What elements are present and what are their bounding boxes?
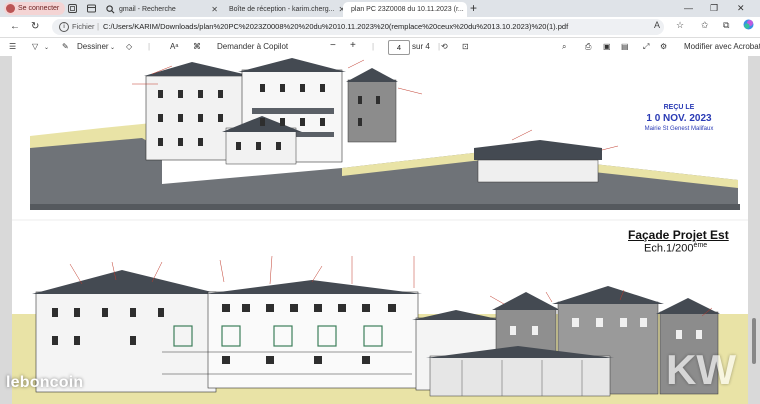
rotate-icon[interactable]: ⟲: [441, 42, 448, 51]
acrobat-button[interactable]: Modifier avec Acrobat: [684, 42, 760, 51]
search-icon: [106, 5, 115, 14]
page-number-input[interactable]: 4: [388, 40, 410, 55]
draw-icon[interactable]: ✎: [62, 42, 69, 51]
favorites-icon[interactable]: ✩: [701, 20, 709, 31]
address-separator: |: [97, 22, 100, 31]
settings-icon[interactable]: ⚙: [660, 42, 667, 51]
close-window-icon[interactable]: ✕: [737, 3, 745, 14]
page-total: sur 4: [412, 42, 430, 51]
minus-icon[interactable]: −: [330, 40, 336, 51]
tab-label: plan PC 23Z0008 du 10.11.2023 (r...: [351, 6, 464, 13]
fit-icon[interactable]: ⊡: [462, 42, 469, 51]
scrollbar-thumb[interactable]: [752, 318, 756, 364]
tab-gmail-search[interactable]: gmail - Recherche ✕: [106, 2, 222, 17]
divider: |: [438, 42, 441, 51]
find-icon[interactable]: ⌕: [562, 42, 566, 52]
back-icon[interactable]: ←: [10, 21, 20, 32]
stamp-line3: Mairie St Genest Malifaux: [644, 126, 714, 132]
url-text[interactable]: C:/Users/KARIM/Downloads/plan%20PC%2023Z…: [103, 22, 568, 31]
tab-pdf[interactable]: plan PC 23Z0008 du 10.11.2023 (r... ✕: [343, 2, 467, 17]
save-as-icon[interactable]: ▤: [621, 42, 629, 51]
minimize-icon[interactable]: —: [684, 3, 693, 13]
refresh-icon[interactable]: ↻: [31, 21, 39, 32]
favorite-icon[interactable]: ☆: [676, 20, 684, 31]
copilot-label[interactable]: Demander à Copilot: [217, 42, 288, 51]
upper-elevation: [30, 58, 740, 210]
address-bar-row: ← ↻ i Fichier | C:/Users/KARIM/Downloads…: [0, 17, 760, 38]
chevron-down-icon[interactable]: ⌄: [44, 44, 49, 51]
extensions-icon[interactable]: ⧉: [723, 20, 729, 31]
tab-gmail-inbox[interactable]: Boîte de réception - karim.cherg... ✕: [225, 2, 343, 17]
address-prefix: Fichier: [72, 22, 95, 31]
copilot-chat-icon[interactable]: ⌘: [193, 42, 201, 51]
tab-actions-icon[interactable]: [86, 3, 97, 14]
contents-icon[interactable]: ☰: [9, 42, 16, 51]
fullscreen-icon[interactable]: ⤢: [643, 42, 649, 52]
tab-strip: Se connecter gmail - Recherche ✕ Boîte d…: [0, 0, 760, 17]
lower-elevation: [12, 255, 748, 404]
facade-title: Façade Projet Est: [628, 228, 729, 242]
info-icon[interactable]: i: [59, 22, 69, 32]
received-stamp: REÇU LE 1 0 NOV. 2023 Mairie St Genest M…: [624, 104, 734, 132]
address-bar[interactable]: i Fichier | C:/Users/KARIM/Downloads/pla…: [52, 19, 664, 35]
divider: |: [372, 42, 375, 51]
divider: |: [148, 42, 151, 51]
scale-suffix: ème: [693, 242, 708, 249]
close-icon[interactable]: ✕: [211, 2, 222, 17]
filter-icon[interactable]: ▽: [32, 42, 38, 51]
draw-label[interactable]: Dessiner: [77, 42, 109, 51]
avatar-icon: [6, 4, 15, 13]
pdf-page: REÇU LE 1 0 NOV. 2023 Mairie St Genest M…: [12, 56, 748, 404]
sign-in-label: Se connecter: [18, 5, 60, 12]
eraser-icon[interactable]: ◇: [126, 42, 132, 51]
maximize-icon[interactable]: ❐: [710, 3, 718, 14]
pdf-viewer[interactable]: REÇU LE 1 0 NOV. 2023 Mairie St Genest M…: [0, 56, 760, 404]
sign-in-button[interactable]: Se connecter: [4, 2, 66, 15]
scale-caption: Ech.1/200ème: [644, 242, 707, 255]
plus-icon[interactable]: +: [350, 40, 356, 51]
text-icon[interactable]: Aᵃ: [170, 42, 178, 51]
pdf-toolbar: ☰ ▽ ⌄ ✎ Dessiner ⌄ ◇ | Aᵃ ⌘ Demander à C…: [0, 38, 760, 57]
stamp-line1: REÇU LE: [663, 104, 695, 111]
save-icon[interactable]: ▣: [603, 42, 611, 51]
stamp-date: 1 0 NOV. 2023: [646, 113, 712, 124]
tab-label: Boîte de réception - karim.cherg...: [229, 6, 335, 13]
scale-label: Ech.1/200: [644, 242, 694, 255]
chevron-down-icon[interactable]: ⌄: [110, 44, 115, 51]
tab-label: gmail - Recherche: [119, 6, 176, 13]
new-tab-button[interactable]: +: [470, 1, 477, 15]
workspaces-icon[interactable]: [67, 3, 78, 14]
copilot-icon[interactable]: [743, 19, 754, 32]
read-aloud-icon[interactable]: A: [654, 20, 660, 30]
kw-watermark: KW: [666, 346, 736, 393]
leboncoin-watermark: leboncoin: [6, 374, 84, 391]
scrollbar[interactable]: [750, 56, 758, 404]
print-icon[interactable]: ⎙: [585, 42, 591, 52]
